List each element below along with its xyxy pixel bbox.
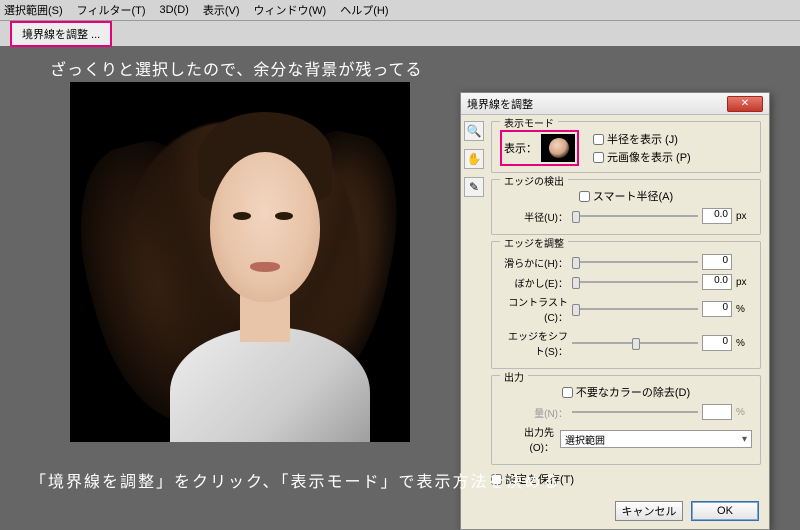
output-to-select[interactable]: 選択範囲 <box>560 430 752 448</box>
refine-brush-icon[interactable]: ✎ <box>464 177 484 197</box>
portrait-image <box>70 82 410 442</box>
menu-help[interactable]: ヘルプ(H) <box>340 2 388 18</box>
group-adjust-edge: エッジを調整 滑らかに(H)：0 ぼかし(E)：0.0px コントラスト(C)：… <box>491 241 761 369</box>
feather-value[interactable]: 0.0 <box>702 274 732 290</box>
smart-radius-checkbox[interactable]: スマート半径(A) <box>500 188 752 204</box>
refine-edge-button[interactable]: 境界線を調整 ... <box>10 21 112 47</box>
options-bar: 境界線を調整 ... <box>0 20 800 46</box>
zoom-tool-icon[interactable]: 🔍 <box>464 121 484 141</box>
menu-bar: 選択範囲(S) フィルター(T) 3D(D) 表示(V) ウィンドウ(W) ヘル… <box>0 0 800 20</box>
view-label: 表示： <box>504 140 537 156</box>
dialog-tool-column: 🔍 ✋ ✎ <box>461 115 487 495</box>
show-radius-checkbox[interactable]: 半径を表示 (J) <box>593 131 691 147</box>
ok-button[interactable]: OK <box>691 501 759 521</box>
document-canvas[interactable] <box>70 82 410 442</box>
shift-slider[interactable] <box>572 336 698 350</box>
view-mode-selector[interactable]: 表示： <box>500 130 579 166</box>
dialog-title: 境界線を調整 <box>467 96 533 112</box>
hand-tool-icon[interactable]: ✋ <box>464 149 484 169</box>
refine-edge-dialog: 境界線を調整 ✕ 🔍 ✋ ✎ 表示モード 表示： 半径を表示 (J) 元画像を表… <box>460 92 770 530</box>
feather-slider[interactable] <box>572 275 698 289</box>
radius-label: 半径(U)： <box>500 209 568 224</box>
group-label: エッジを調整 <box>500 235 568 250</box>
radius-slider[interactable] <box>572 209 698 223</box>
annotation-top: ざっくりと選択したので、余分な背景が残ってる <box>50 56 423 80</box>
group-view-mode: 表示モード 表示： 半径を表示 (J) 元画像を表示 (P) <box>491 121 761 173</box>
dialog-titlebar[interactable]: 境界線を調整 ✕ <box>461 93 769 115</box>
close-icon[interactable]: ✕ <box>727 96 763 112</box>
view-thumbnail[interactable] <box>541 134 575 162</box>
group-output: 出力 不要なカラーの除去(D) 量(N)：% 出力先(O)：選択範囲 <box>491 375 761 465</box>
annotation-bottom: 「境界線を調整」をクリック、「表示モード」で表示方法を決める <box>30 468 561 492</box>
show-original-checkbox[interactable]: 元画像を表示 (P) <box>593 149 691 165</box>
amount-slider <box>572 405 698 419</box>
contrast-value[interactable]: 0 <box>702 301 732 317</box>
cancel-button[interactable]: キャンセル <box>615 501 683 521</box>
shift-value[interactable]: 0 <box>702 335 732 351</box>
group-label: 出力 <box>500 369 528 384</box>
menu-view[interactable]: 表示(V) <box>203 2 240 18</box>
menu-select[interactable]: 選択範囲(S) <box>4 2 63 18</box>
group-edge-detection: エッジの検出 スマート半径(A) 半径(U)： 0.0 px <box>491 179 761 235</box>
amount-value <box>702 404 732 420</box>
radius-value[interactable]: 0.0 <box>702 208 732 224</box>
group-label: 表示モード <box>500 115 558 130</box>
smooth-value[interactable]: 0 <box>702 254 732 270</box>
menu-window[interactable]: ウィンドウ(W) <box>254 2 327 18</box>
menu-3d[interactable]: 3D(D) <box>160 4 189 16</box>
contrast-slider[interactable] <box>572 302 698 316</box>
menu-filter[interactable]: フィルター(T) <box>77 2 146 18</box>
decontaminate-checkbox[interactable]: 不要なカラーの除去(D) <box>500 384 752 400</box>
smooth-slider[interactable] <box>572 255 698 269</box>
group-label: エッジの検出 <box>500 173 568 188</box>
